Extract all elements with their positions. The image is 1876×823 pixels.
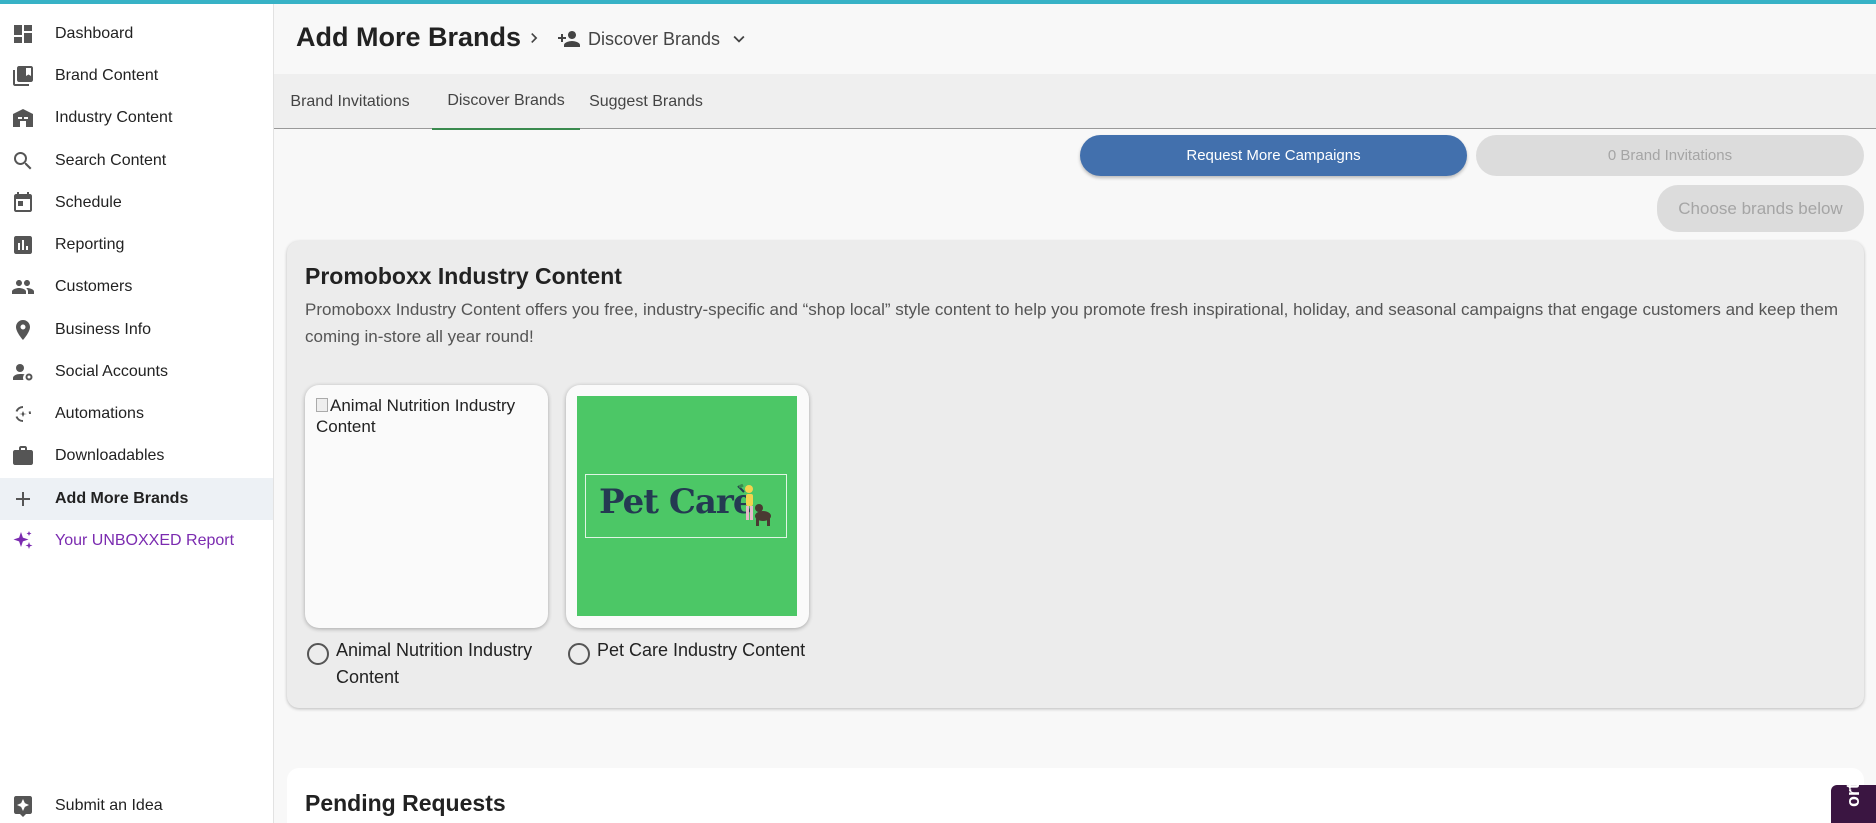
calendar-icon (11, 191, 35, 215)
brand-invitations-button[interactable]: 0 Brand Invitations (1476, 135, 1864, 176)
pet-care-card[interactable]: Pet Care (566, 385, 809, 628)
sidebar-item-label: Automations (55, 405, 144, 422)
image-alt-text: Animal Nutrition Industry Content (316, 396, 516, 436)
industry-content-title: Promoboxx Industry Content (305, 263, 622, 289)
chart-icon (11, 233, 35, 257)
sidebar-item-label: Brand Content (55, 67, 159, 84)
pet-care-option[interactable]: Pet Care Industry Content (568, 637, 827, 665)
pending-requests-title: Pending Requests (305, 790, 506, 816)
location-pin-icon (11, 318, 35, 342)
chevron-right-icon (524, 28, 544, 48)
sidebar-item-label: Reporting (55, 236, 125, 253)
dog-walker-icon (737, 484, 771, 526)
idea-star-icon (11, 794, 35, 818)
sidebar-item-label: Customers (55, 278, 133, 295)
sidebar-item-label: Social Accounts (55, 363, 168, 380)
tab-discover-brands[interactable]: Discover Brands (432, 74, 580, 130)
user-gear-icon (11, 360, 35, 384)
sidebar-item-label: Schedule (55, 194, 122, 211)
sidebar-item-brand-content[interactable]: Brand Content (0, 55, 273, 97)
plus-icon (11, 487, 35, 511)
sidebar-item-social-accounts[interactable]: Social Accounts (0, 351, 273, 393)
person-add-icon[interactable] (556, 27, 582, 51)
animal-nutrition-card[interactable]: Animal Nutrition Industry Content (305, 385, 548, 628)
page-title: Add More Brands (296, 22, 522, 52)
pet-care-radio[interactable] (568, 643, 590, 665)
top-accent-bar (0, 0, 1876, 4)
industry-content-panel: Promoboxx Industry Content Promoboxx Ind… (287, 241, 1864, 708)
sidebar-item-label: Submit an Idea (55, 797, 163, 814)
tab-brand-invitations[interactable]: Brand Invitations (274, 74, 426, 129)
sidebar-item-dashboard[interactable]: Dashboard (0, 13, 273, 55)
sidebar-item-reporting[interactable]: Reporting (0, 224, 273, 266)
sidebar-item-submit-idea[interactable]: Submit an Idea (0, 785, 273, 823)
support-tab[interactable]: ort (1831, 785, 1876, 823)
sidebar-item-label: Business Info (55, 321, 152, 338)
sidebar-item-label: Your UNBOXXED Report (55, 532, 235, 549)
tab-bar: Brand Invitations Discover Brands Sugges… (274, 74, 1876, 130)
sidebar-item-add-more-brands[interactable]: Add More Brands (0, 478, 273, 520)
industry-content-description: Promoboxx Industry Content offers you fr… (305, 300, 1839, 346)
sparkle-icon (11, 529, 35, 553)
animal-nutrition-label: Animal Nutrition Industry Content (336, 640, 533, 687)
sidebar-item-label: Dashboard (55, 25, 134, 42)
briefcase-icon (11, 444, 35, 468)
store-icon (11, 106, 35, 130)
sidebar-item-business-info[interactable]: Business Info (0, 309, 273, 351)
sidebar: Dashboard Brand Content Industry Content… (0, 0, 274, 823)
sidebar-item-label: Search Content (55, 152, 167, 169)
sidebar-item-unboxxed-report[interactable]: Your UNBOXXED Report (0, 520, 273, 562)
animal-nutrition-option[interactable]: Animal Nutrition Industry Content (307, 637, 541, 691)
automation-icon (11, 402, 35, 426)
sidebar-item-label: Downloadables (55, 447, 165, 464)
broken-image-icon (316, 398, 328, 412)
people-icon (11, 275, 35, 299)
sidebar-item-label: Add More Brands (55, 490, 189, 507)
chevron-down-icon[interactable] (728, 28, 750, 50)
sidebar-item-label: Industry Content (55, 109, 173, 126)
search-icon (11, 149, 35, 173)
tab-suggest-brands[interactable]: Suggest Brands (584, 74, 708, 129)
pending-requests-panel: Pending Requests (287, 768, 1864, 823)
sidebar-item-downloadables[interactable]: Downloadables (0, 435, 273, 477)
request-more-campaigns-button[interactable]: Request More Campaigns (1080, 135, 1467, 176)
pet-care-label: Pet Care Industry Content (597, 640, 806, 660)
animal-nutrition-radio[interactable] (307, 643, 329, 665)
broken-image: Animal Nutrition Industry Content (316, 395, 541, 437)
dashboard-icon (11, 22, 35, 46)
library-icon (11, 64, 35, 88)
sidebar-item-automations[interactable]: Automations (0, 393, 273, 435)
sidebar-item-schedule[interactable]: Schedule (0, 182, 273, 224)
support-tab-label: ort (1843, 785, 1863, 807)
sidebar-item-customers[interactable]: Customers (0, 266, 273, 308)
choose-brands-button[interactable]: Choose brands below (1657, 185, 1864, 232)
sidebar-item-search-content[interactable]: Search Content (0, 140, 273, 182)
pet-care-image-text: Pet Care (599, 482, 754, 522)
sidebar-item-industry-content[interactable]: Industry Content (0, 97, 273, 139)
pet-care-image: Pet Care (577, 396, 797, 616)
breadcrumb-current[interactable]: Discover Brands (588, 29, 720, 50)
